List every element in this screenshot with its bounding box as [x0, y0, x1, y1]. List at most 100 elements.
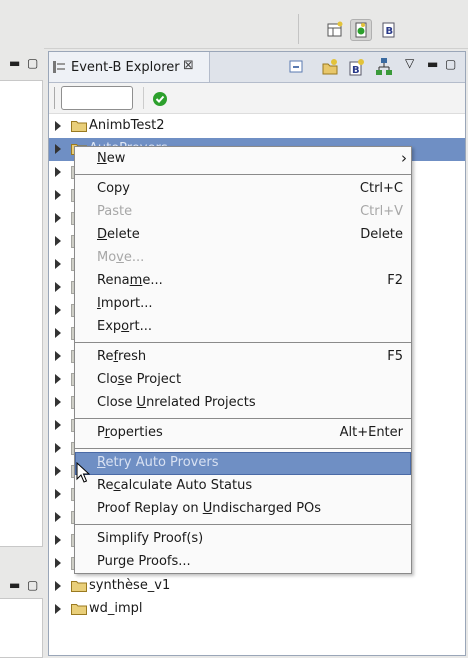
expand-arrow-icon[interactable]: [55, 604, 61, 614]
expand-arrow-icon[interactable]: [55, 466, 61, 476]
menu-item-label: Retry Auto Provers: [97, 455, 219, 470]
menu-item-label: Copy: [97, 181, 130, 196]
menu-separator: [75, 174, 411, 175]
tree-item-animbtest2[interactable]: AnimbTest2: [49, 115, 465, 138]
menu-item-purge-proofs[interactable]: Purge Proofs...: [75, 551, 411, 574]
menu-item-refresh[interactable]: Refresh F5: [75, 346, 411, 369]
expand-arrow-icon[interactable]: [55, 512, 61, 522]
menu-item-label: Proof Replay on Undischarged POs: [97, 501, 322, 516]
expand-arrow-icon[interactable]: [55, 420, 61, 430]
open-type-button[interactable]: [324, 19, 346, 41]
new-project-icon[interactable]: [321, 58, 339, 76]
expand-arrow-icon[interactable]: [55, 144, 61, 154]
event-b-perspective-button[interactable]: [350, 19, 372, 41]
maximize-icon[interactable]: ▢: [445, 58, 456, 70]
menu-item-shortcut: Alt+Enter: [339, 425, 403, 440]
open-type-icon: [327, 21, 343, 37]
expand-arrow-icon[interactable]: [55, 213, 61, 223]
menu-item-shortcut: Delete: [360, 227, 403, 242]
tree-item-synthese-v1[interactable]: synthèse_v1: [49, 575, 465, 598]
filter-input[interactable]: [61, 86, 133, 110]
menu-item-move[interactable]: Move...: [75, 247, 411, 270]
menu-item-shortcut: F2: [387, 273, 403, 288]
tree-item-wd-impl[interactable]: wd_impl: [49, 598, 465, 621]
menu-item-export[interactable]: Export...: [75, 316, 411, 339]
menu-item-label: Purge Proofs...: [97, 554, 191, 569]
hierarchy-icon[interactable]: [375, 57, 393, 77]
maximize-icon[interactable]: ▢: [27, 579, 38, 591]
explorer-icon: [53, 61, 65, 73]
expand-arrow-icon[interactable]: [55, 535, 61, 545]
svg-text:B: B: [352, 65, 360, 76]
maximize-icon[interactable]: ▢: [27, 57, 38, 69]
menu-item-new[interactable]: New ›: [75, 148, 411, 171]
menu-separator: [75, 448, 411, 449]
apply-filter-icon[interactable]: [152, 91, 168, 107]
new-component-icon[interactable]: B: [347, 58, 365, 76]
menu-item-label: Rename...: [97, 273, 163, 288]
event-b-perspective-icon: [355, 22, 367, 38]
expand-arrow-icon[interactable]: [55, 581, 61, 591]
expand-arrow-icon[interactable]: [55, 443, 61, 453]
b-perspective-button[interactable]: B: [378, 19, 400, 41]
explorer-tab-bar: Event-B Explorer ⊠ B ▽ ▬ ▢: [49, 52, 465, 83]
menu-item-label: Recalculate Auto Status: [97, 478, 253, 493]
menu-item-label: New: [97, 151, 126, 166]
expand-arrow-icon[interactable]: [55, 374, 61, 384]
collapse-all-icon[interactable]: [289, 59, 305, 75]
menu-item-copy[interactable]: Copy Ctrl+C: [75, 178, 411, 201]
view-menu-icon[interactable]: ▽: [405, 56, 414, 70]
minimize-icon[interactable]: ▬: [427, 58, 438, 70]
toolbar-separator: [298, 14, 299, 44]
close-tab-icon[interactable]: ⊠: [183, 58, 194, 73]
menu-item-proof-replay[interactable]: Proof Replay on Undischarged POs: [75, 498, 411, 521]
expand-arrow-icon[interactable]: [55, 190, 61, 200]
menu-item-shortcut: Ctrl+C: [359, 181, 403, 196]
menu-item-close-unrelated-projects[interactable]: Close Unrelated Projects: [75, 392, 411, 415]
menu-item-shortcut: F5: [387, 349, 403, 364]
folder-icon: [71, 121, 87, 132]
filter-separator: [54, 87, 55, 109]
context-menu: New › Copy Ctrl+C Paste Ctrl+V Delete De…: [74, 146, 412, 574]
tab-label: Event-B Explorer: [71, 60, 180, 75]
menu-item-label: Simplify Proof(s): [97, 531, 204, 546]
menu-item-simplify-proofs[interactable]: Simplify Proof(s): [75, 528, 411, 551]
expand-arrow-icon[interactable]: [55, 328, 61, 338]
tab-event-b-explorer[interactable]: Event-B Explorer ⊠: [49, 52, 210, 82]
expand-arrow-icon[interactable]: [55, 121, 61, 131]
tree-item-label: wd_impl: [89, 601, 143, 616]
menu-separator: [75, 418, 411, 419]
minimize-icon[interactable]: ▬: [9, 579, 20, 591]
menu-item-label: Close Unrelated Projects: [97, 395, 256, 410]
menu-item-properties[interactable]: Properties Alt+Enter: [75, 422, 411, 445]
submenu-arrow-icon: ›: [401, 149, 407, 167]
filter-separator: [143, 87, 144, 109]
left-view-content: [0, 80, 43, 547]
menu-item-paste[interactable]: Paste Ctrl+V: [75, 201, 411, 224]
menu-item-label: Delete: [97, 227, 140, 242]
expand-arrow-icon[interactable]: [55, 236, 61, 246]
menu-item-label: Import...: [97, 296, 153, 311]
menu-separator: [75, 342, 411, 343]
expand-arrow-icon[interactable]: [55, 259, 61, 269]
expand-arrow-icon[interactable]: [55, 167, 61, 177]
folder-icon: [71, 604, 87, 615]
tree-item-label: synthèse_v1: [89, 578, 171, 593]
minimize-icon[interactable]: ▬: [9, 57, 20, 69]
mouse-pointer-icon: [76, 462, 90, 483]
menu-item-delete[interactable]: Delete Delete: [75, 224, 411, 247]
menu-item-recalculate-auto-status[interactable]: Recalculate Auto Status: [75, 475, 411, 498]
expand-arrow-icon[interactable]: [55, 489, 61, 499]
expand-arrow-icon[interactable]: [55, 351, 61, 361]
menu-item-rename[interactable]: Rename... F2: [75, 270, 411, 293]
filter-bar: [49, 83, 465, 114]
expand-arrow-icon[interactable]: [55, 558, 61, 568]
expand-arrow-icon[interactable]: [55, 305, 61, 315]
menu-item-shortcut: Ctrl+V: [360, 204, 403, 219]
menu-separator: [75, 524, 411, 525]
expand-arrow-icon[interactable]: [55, 282, 61, 292]
menu-item-retry-auto-provers[interactable]: Retry Auto Provers: [75, 452, 411, 475]
menu-item-import[interactable]: Import...: [75, 293, 411, 316]
expand-arrow-icon[interactable]: [55, 397, 61, 407]
menu-item-close-project[interactable]: Close Project: [75, 369, 411, 392]
